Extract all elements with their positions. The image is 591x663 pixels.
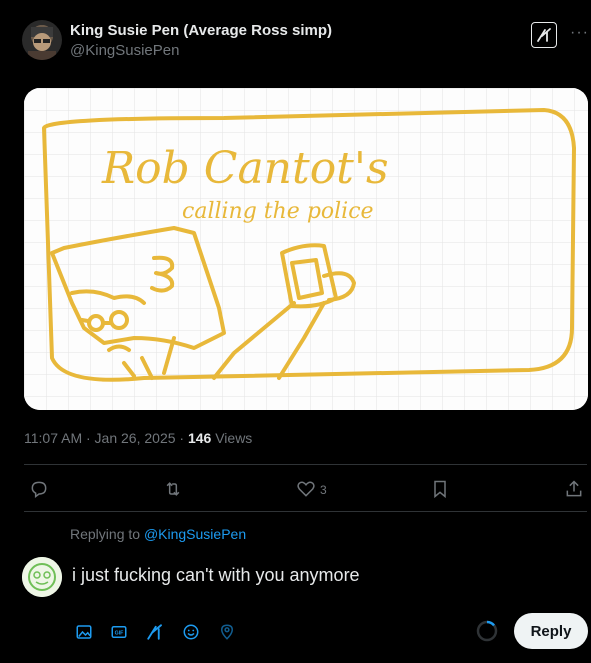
character-count-progress (476, 620, 498, 642)
replying-to: Replying to @KingSusiePen (70, 526, 247, 542)
grok-compose-icon[interactable] (145, 622, 165, 642)
author-name[interactable]: King Susie Pen (Average Ross simp) (70, 22, 332, 39)
views-label: Views (215, 430, 253, 446)
divider-bottom (24, 511, 587, 512)
like-count: 3 (320, 483, 327, 497)
gif-icon[interactable]: GIF (109, 622, 129, 642)
location-icon[interactable] (217, 622, 237, 642)
reply-text-input[interactable]: i just fucking can't with you anymore (72, 565, 360, 586)
author-handle[interactable]: @KingSusiePen (70, 42, 179, 59)
post-image[interactable]: Rob Cantot's calling the police (24, 88, 588, 410)
reply-icon[interactable] (27, 477, 51, 501)
svg-text:GIF: GIF (115, 631, 125, 637)
views-count: 146 (187, 430, 212, 446)
reply-button[interactable]: Reply (514, 613, 588, 649)
post-meta: 11:07 AM · Jan 26, 2025 · 146 Views (24, 430, 253, 446)
divider-top (24, 464, 587, 465)
like-icon[interactable] (294, 477, 318, 501)
repost-icon[interactable] (161, 477, 185, 501)
post-timestamp[interactable]: 11:07 AM · Jan 26, 2025 (24, 430, 176, 446)
grok-icon[interactable] (531, 22, 557, 48)
drawing-subtitle: calling the police (182, 199, 374, 224)
more-options-icon[interactable]: ··· (570, 24, 589, 42)
bookmark-icon[interactable] (428, 477, 452, 501)
user-avatar[interactable] (22, 557, 62, 597)
replying-handle-link[interactable]: @KingSusiePen (144, 526, 246, 542)
image-icon[interactable] (74, 622, 94, 642)
drawing-title: Rob Cantot's (101, 143, 389, 194)
author-avatar[interactable] (22, 20, 62, 60)
emoji-icon[interactable] (181, 622, 201, 642)
share-icon[interactable] (562, 477, 586, 501)
